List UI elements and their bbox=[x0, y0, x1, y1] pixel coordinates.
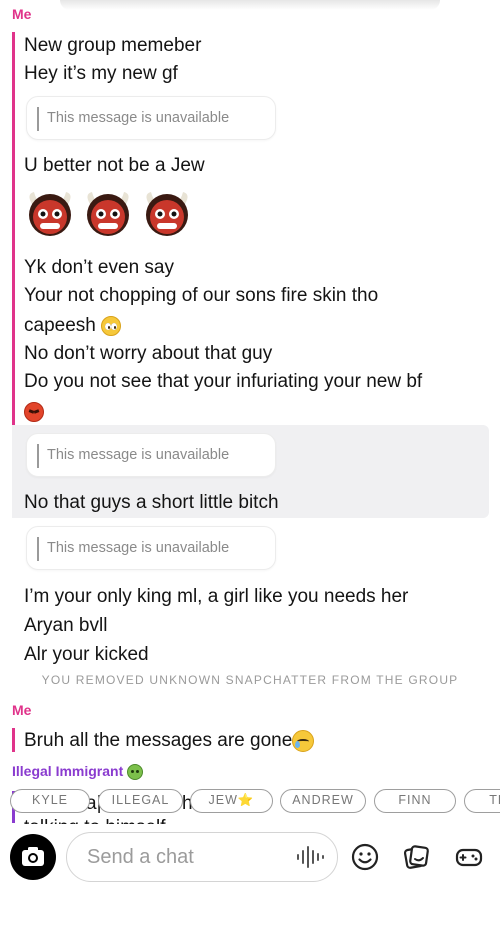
unavailable-text: This message is unavailable bbox=[47, 447, 230, 463]
chat-message[interactable]: Your not chopping of our sons fire skin … bbox=[24, 284, 378, 308]
emoji-message[interactable] bbox=[24, 190, 195, 238]
sender-name-me: Me bbox=[12, 702, 32, 718]
unavailable-message-card[interactable]: This message is unavailable bbox=[26, 96, 276, 140]
top-shadow bbox=[60, 0, 440, 10]
chat-message[interactable]: No that guys a short little bitch bbox=[24, 491, 279, 515]
chat-message[interactable]: No don’t worry about that guy bbox=[24, 342, 272, 366]
pleading-face-emoji bbox=[101, 315, 122, 336]
sticker-icon[interactable] bbox=[401, 842, 431, 872]
chat-message[interactable]: U better not be a Jew bbox=[24, 154, 205, 178]
quote-line bbox=[37, 537, 39, 561]
mention-chip-andrew[interactable]: ANDREW bbox=[280, 789, 366, 813]
unavailable-text: This message is unavailable bbox=[47, 540, 230, 556]
nauseated-face-emoji bbox=[127, 764, 144, 781]
partial-message-text: talking to himself bbox=[24, 816, 166, 824]
quote-line bbox=[37, 107, 39, 131]
mention-chip-kyle[interactable]: KYLE bbox=[10, 789, 90, 813]
unavailable-message-card[interactable]: This message is unavailable bbox=[26, 433, 276, 477]
game-controller-icon[interactable] bbox=[454, 842, 484, 872]
message-text: Bruh all the messages are gone bbox=[24, 730, 293, 751]
unavailable-text: This message is unavailable bbox=[47, 110, 230, 126]
chat-composer-bar bbox=[0, 826, 500, 934]
chat-message[interactable]: I’m your only king ml, a girl like you n… bbox=[24, 585, 408, 609]
voice-waveform-icon[interactable] bbox=[296, 846, 326, 868]
message-bar-me bbox=[12, 728, 15, 752]
emoji-smiley-icon[interactable] bbox=[350, 842, 380, 872]
chat-message[interactable]: Alr your kicked bbox=[24, 643, 149, 667]
camera-button[interactable] bbox=[10, 834, 56, 880]
chat-message[interactable] bbox=[24, 400, 44, 424]
japanese-ogre-emoji bbox=[145, 192, 188, 236]
camera-icon bbox=[22, 847, 44, 866]
mention-chip-jew[interactable]: JEW⭐ bbox=[190, 789, 273, 813]
smiling-face-with-tear-emoji bbox=[292, 729, 315, 752]
sender-name-me: Me bbox=[12, 6, 32, 22]
mention-suggestions: KYLE ILLEGAL JEW⭐ ANDREW FINN THO bbox=[0, 789, 500, 815]
sender-name-other: Illegal Immigrant bbox=[12, 763, 144, 781]
chat-message[interactable]: capeesh bbox=[24, 314, 122, 338]
chat-message[interactable]: Hey it’s my new gf bbox=[24, 62, 178, 86]
chat-message[interactable]: Yk don’t even say bbox=[24, 256, 174, 280]
quote-line bbox=[37, 444, 39, 468]
japanese-ogre-emoji bbox=[87, 192, 130, 236]
chat-message[interactable]: Bruh all the messages are gone bbox=[24, 729, 315, 753]
mention-chip-tho[interactable]: THO bbox=[464, 789, 500, 813]
message-text: capeesh bbox=[24, 315, 96, 336]
chat-message[interactable]: Do you not see that your infuriating you… bbox=[24, 370, 422, 394]
angry-face-emoji bbox=[24, 401, 44, 422]
mention-chip-illegal[interactable]: ILLEGAL bbox=[98, 789, 183, 813]
chat-message[interactable]: Aryan bvll bbox=[24, 614, 107, 638]
system-notice: YOU REMOVED UNKNOWN SNAPCHATTER FROM THE… bbox=[41, 673, 459, 687]
chat-message[interactable]: New group memeber bbox=[24, 34, 201, 58]
japanese-ogre-emoji bbox=[29, 192, 71, 236]
unavailable-message-card[interactable]: This message is unavailable bbox=[26, 526, 276, 570]
sender-label: Illegal Immigrant bbox=[12, 763, 124, 779]
mention-chip-finn[interactable]: FINN bbox=[374, 789, 456, 813]
